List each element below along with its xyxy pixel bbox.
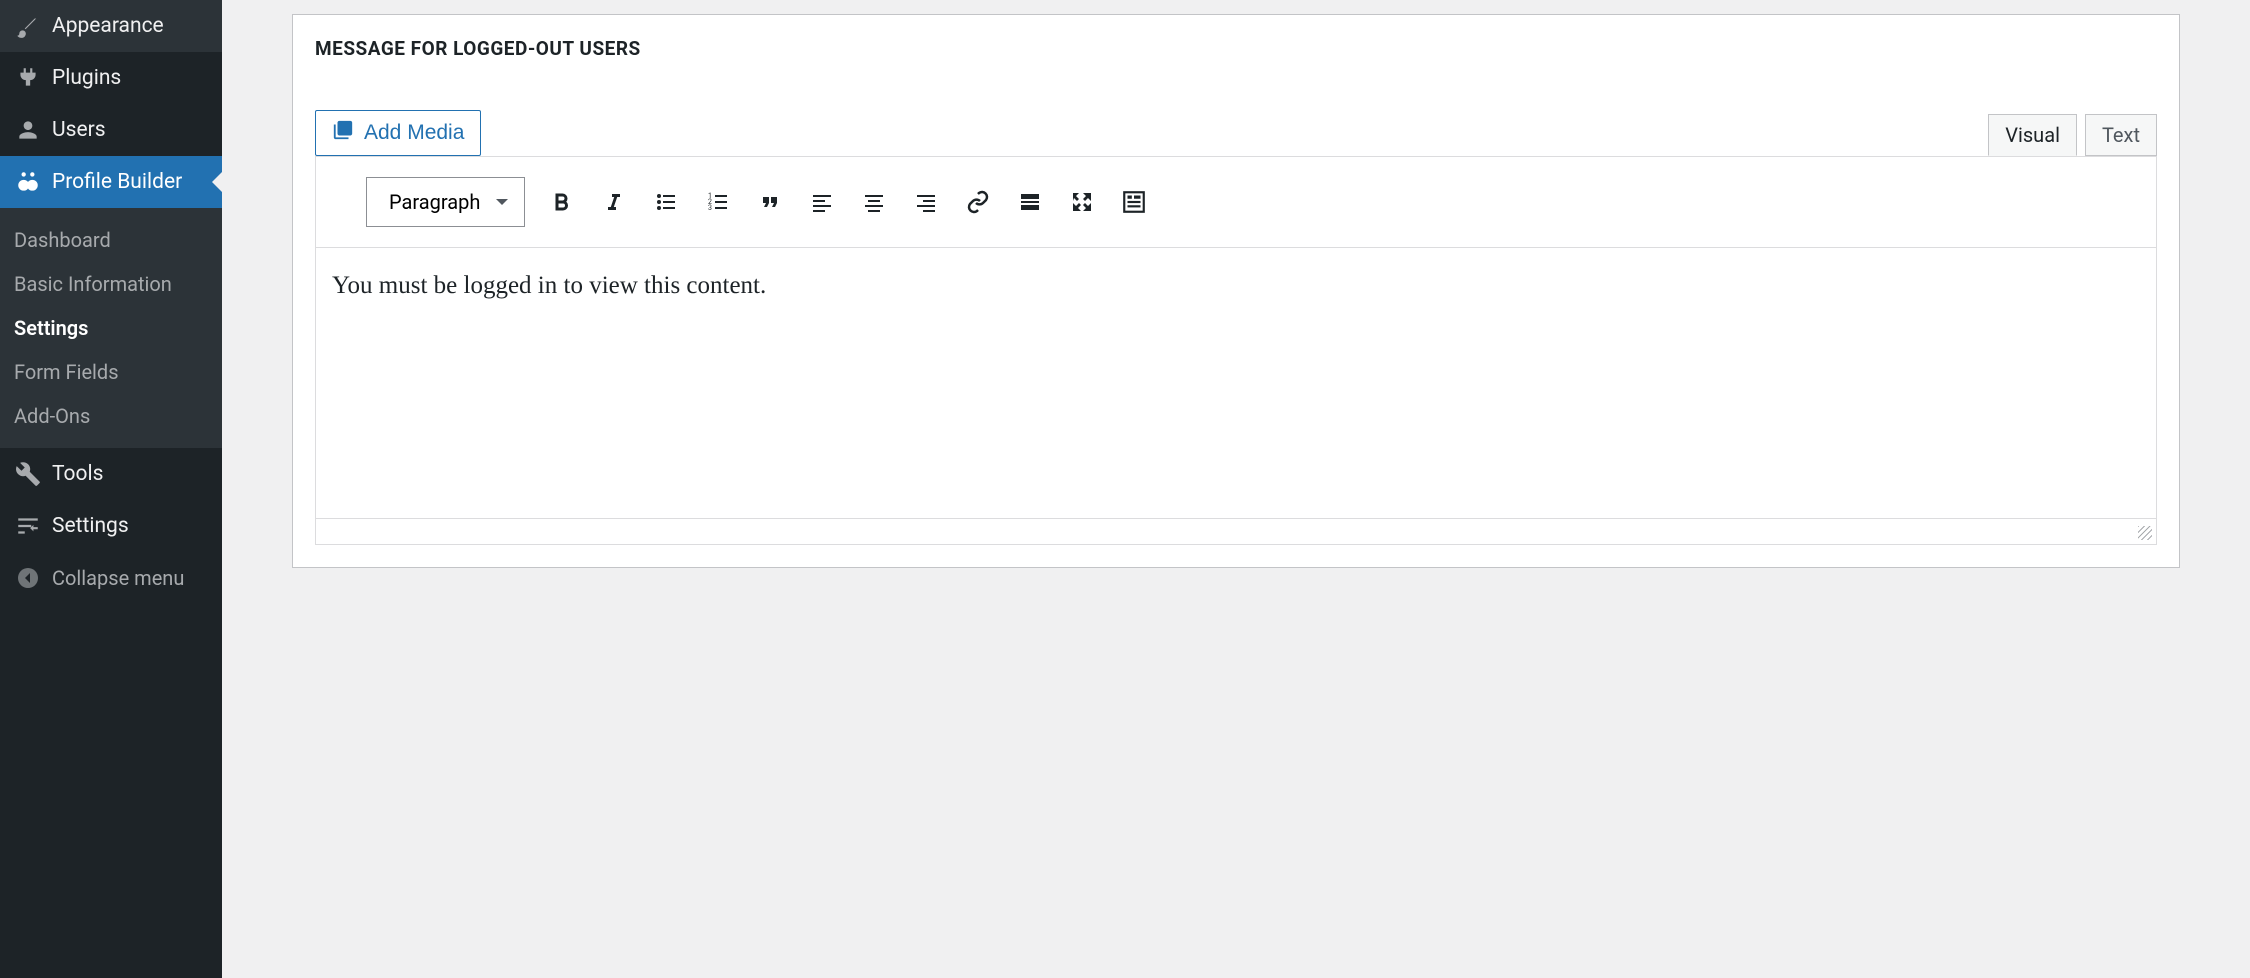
editor-box: Paragraph 123 You must be logged in to v… xyxy=(315,156,2157,545)
svg-text:3: 3 xyxy=(708,204,712,212)
editor-header-row: Add Media Visual Text xyxy=(315,110,2157,156)
add-media-button[interactable]: Add Media xyxy=(315,110,481,156)
section-title: MESSAGE FOR LOGGED-OUT USERS xyxy=(315,37,2157,70)
sidebar-item-profile-builder[interactable]: Profile Builder xyxy=(0,156,222,208)
sidebar-item-settings[interactable]: Settings xyxy=(0,500,222,552)
collapse-icon xyxy=(14,564,42,592)
submenu-dashboard[interactable]: Dashboard xyxy=(0,218,222,262)
main-content: MESSAGE FOR LOGGED-OUT USERS Add Media V… xyxy=(222,0,2250,978)
format-select[interactable]: Paragraph xyxy=(366,177,525,227)
profile-builder-icon xyxy=(14,168,42,196)
bold-button[interactable] xyxy=(547,187,577,217)
sidebar-item-appearance[interactable]: Appearance xyxy=(0,0,222,52)
media-icon xyxy=(332,119,354,147)
submenu-addons[interactable]: Add-Ons xyxy=(0,394,222,438)
submenu-form-fields[interactable]: Form Fields xyxy=(0,350,222,394)
editor-statusbar[interactable] xyxy=(316,518,2156,544)
plug-icon xyxy=(14,64,42,92)
user-icon xyxy=(14,116,42,144)
sidebar-label: Users xyxy=(52,118,106,142)
sliders-icon xyxy=(14,512,42,540)
wrench-icon xyxy=(14,460,42,488)
tab-visual[interactable]: Visual xyxy=(1988,114,2077,156)
editor-tabs: Visual Text xyxy=(1980,114,2157,156)
sidebar-label: Plugins xyxy=(52,66,121,90)
sidebar-item-users[interactable]: Users xyxy=(0,104,222,156)
admin-sidebar: Appearance Plugins Users Profile Builder… xyxy=(0,0,222,978)
toolbar-toggle-button[interactable] xyxy=(1119,187,1149,217)
fullscreen-button[interactable] xyxy=(1067,187,1097,217)
blockquote-button[interactable] xyxy=(755,187,785,217)
collapse-menu[interactable]: Collapse menu xyxy=(0,552,222,604)
submenu-basic-info[interactable]: Basic Information xyxy=(0,262,222,306)
sidebar-label: Tools xyxy=(52,462,103,486)
read-more-button[interactable] xyxy=(1015,187,1045,217)
submenu-profile-builder: Dashboard Basic Information Settings For… xyxy=(0,208,222,448)
editor-text: You must be logged in to view this conte… xyxy=(332,272,2140,300)
submenu-settings[interactable]: Settings xyxy=(0,306,222,350)
tab-text[interactable]: Text xyxy=(2085,114,2157,156)
sidebar-label: Profile Builder xyxy=(52,170,182,194)
format-select-value: Paragraph xyxy=(389,190,480,214)
sidebar-label: Appearance xyxy=(52,14,164,38)
align-right-button[interactable] xyxy=(911,187,941,217)
settings-panel: MESSAGE FOR LOGGED-OUT USERS Add Media V… xyxy=(292,14,2180,568)
sidebar-label: Settings xyxy=(52,514,129,538)
brush-icon xyxy=(14,12,42,40)
editor-toolbar: Paragraph 123 xyxy=(316,157,2156,248)
link-button[interactable] xyxy=(963,187,993,217)
align-center-button[interactable] xyxy=(859,187,889,217)
align-left-button[interactable] xyxy=(807,187,837,217)
collapse-label: Collapse menu xyxy=(52,566,184,590)
italic-button[interactable] xyxy=(599,187,629,217)
bullet-list-button[interactable] xyxy=(651,187,681,217)
sidebar-item-tools[interactable]: Tools xyxy=(0,448,222,500)
numbered-list-button[interactable]: 123 xyxy=(703,187,733,217)
sidebar-item-plugins[interactable]: Plugins xyxy=(0,52,222,104)
editor-content[interactable]: You must be logged in to view this conte… xyxy=(316,248,2156,518)
add-media-label: Add Media xyxy=(364,121,464,145)
